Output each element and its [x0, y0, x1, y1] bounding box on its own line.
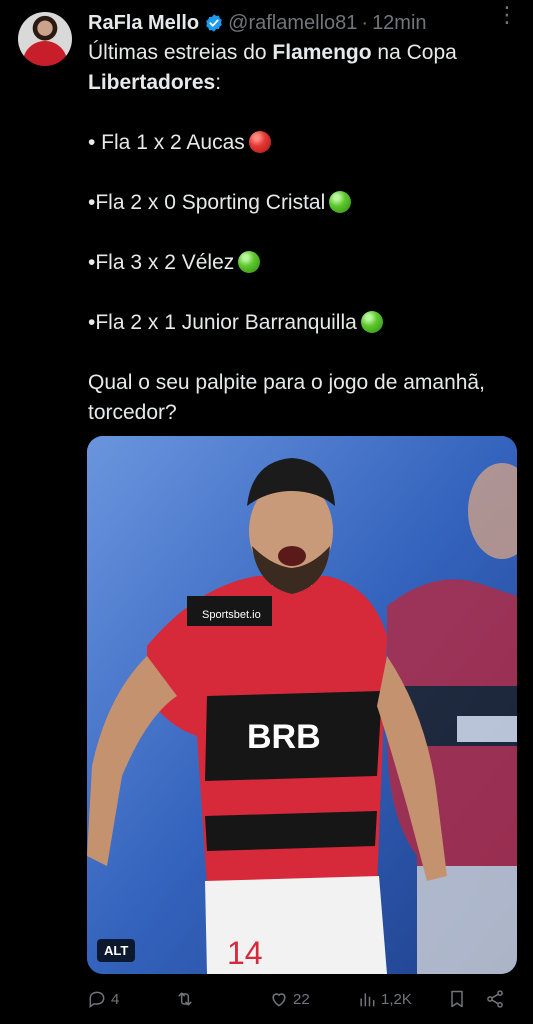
- result-text: •Fla 2 x 0 Sporting Cristal: [88, 191, 326, 214]
- tweet-question: Qual o seu palpite para o jogo de amanhã…: [88, 371, 485, 424]
- green-ball-emoji: [238, 251, 261, 273]
- green-ball-emoji: [360, 311, 383, 333]
- reply-count: 4: [111, 990, 120, 1008]
- reply-icon: [89, 991, 105, 1008]
- intro-text: Últimas estreias do: [88, 41, 273, 64]
- football-player-photo: BRB Sportsbet.io 14: [87, 436, 517, 974]
- result-line: •Fla 2 x 1 Junior Barranquilla: [88, 308, 518, 338]
- retweet-icon: [178, 992, 192, 1006]
- intro-text: :: [215, 71, 222, 94]
- share-button[interactable]: [485, 986, 509, 1012]
- heart-icon: [272, 993, 286, 1007]
- more-options-icon[interactable]: ⋮: [496, 2, 519, 28]
- green-ball-emoji: [329, 191, 352, 213]
- result-text: •Fla 2 x 1 Junior Barranquilla: [88, 311, 357, 334]
- separator-dot: ·: [361, 11, 369, 34]
- shirt-brand: Sportsbet.io: [202, 609, 261, 621]
- red-ball-emoji: [248, 131, 271, 153]
- timestamp[interactable]: 12min: [372, 12, 426, 35]
- tweet-header: RaFla Mello @raflamello81 · 12min: [88, 10, 521, 36]
- share-icon: [487, 990, 503, 1008]
- bookmark-button[interactable]: [447, 986, 471, 1012]
- intro-text: na Copa: [371, 41, 457, 64]
- author-name[interactable]: RaFla Mello: [88, 12, 199, 35]
- result-text: •Fla 3 x 2 Vélez: [88, 251, 235, 274]
- hashtag-flamengo: Flamengo: [272, 41, 372, 64]
- like-count: 22: [293, 990, 310, 1008]
- verified-badge-icon: [206, 14, 222, 32]
- shirt-number: 14: [227, 935, 263, 971]
- avatar[interactable]: [18, 12, 72, 66]
- bookmark-icon: [451, 990, 463, 1008]
- shirt-sponsor: BRB: [247, 718, 321, 756]
- views-chart-icon: [360, 993, 375, 1007]
- reply-button[interactable]: 4: [87, 986, 119, 1012]
- tweet-text: Últimas estreias do Flamengo na Copa Lib…: [88, 38, 518, 428]
- alt-badge[interactable]: ALT: [97, 939, 136, 962]
- action-bar: 4 22 1,2K: [87, 986, 517, 1012]
- like-button[interactable]: 22: [269, 986, 310, 1012]
- tweet-intro: Últimas estreias do Flamengo na Copa Lib…: [88, 38, 518, 98]
- views-button[interactable]: 1,2K: [357, 986, 412, 1012]
- result-line: •Fla 2 x 0 Sporting Cristal: [88, 188, 518, 218]
- retweet-button[interactable]: [175, 986, 199, 1012]
- hashtag-libertadores: Libertadores: [88, 71, 216, 94]
- tweet-photo[interactable]: BRB Sportsbet.io 14 ALT: [87, 436, 517, 974]
- author-handle[interactable]: @raflamello81: [228, 12, 357, 35]
- tweet: RaFla Mello @raflamello81 · 12min ⋮ Últi…: [0, 0, 533, 1024]
- result-text: • Fla 1 x 2 Aucas: [88, 131, 245, 154]
- result-line: •Fla 3 x 2 Vélez: [88, 248, 518, 278]
- views-count: 1,2K: [381, 990, 412, 1008]
- result-line: • Fla 1 x 2 Aucas: [88, 128, 518, 158]
